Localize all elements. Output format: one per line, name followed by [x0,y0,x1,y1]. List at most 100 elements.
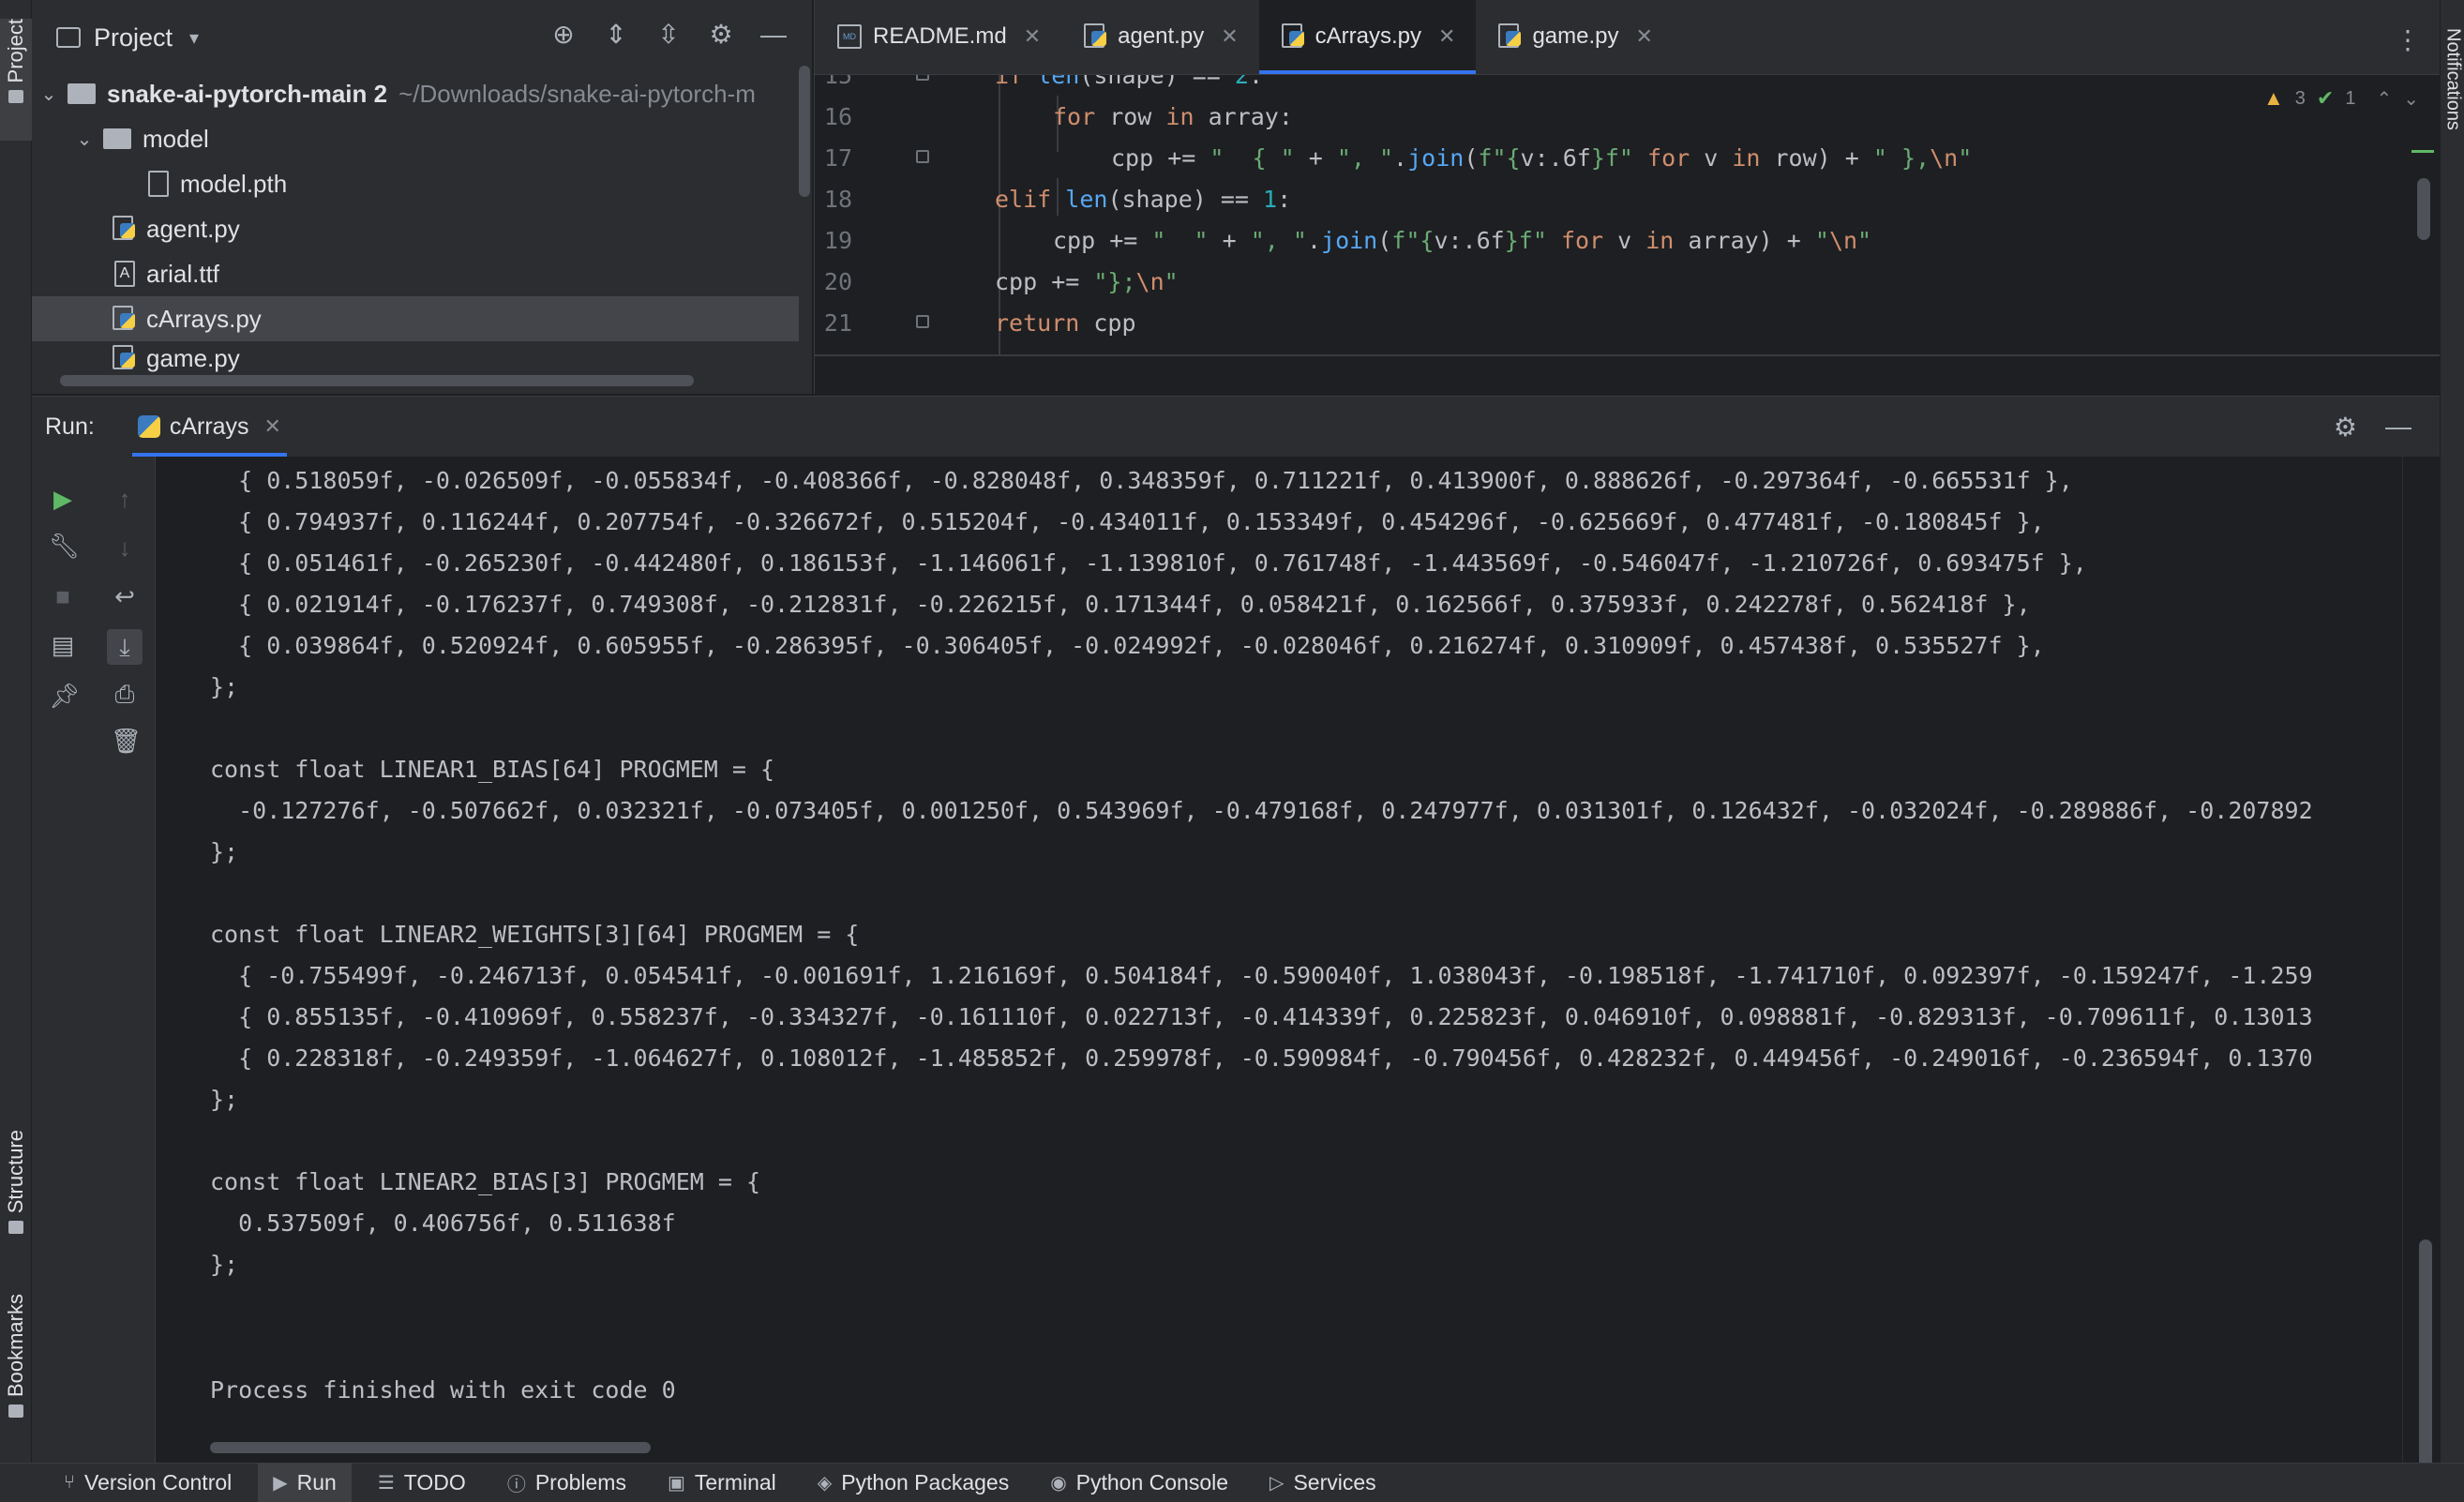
hide-panel-icon[interactable]: — [759,21,788,49]
services-icon: ▷ [1270,1473,1285,1494]
chevron-down-icon[interactable]: ⌄ [2403,87,2419,111]
tool-window-project-tab[interactable]: Project [0,19,32,141]
python-file-icon [113,216,137,242]
console-line: }; [210,673,239,700]
tree-item-root[interactable]: ⌄ snake-ai-pytorch-main 2 ~/Downloads/sn… [32,71,799,116]
tab-readme[interactable]: MD README.md ✕ [815,0,1061,74]
tool-version-control[interactable]: ⑂ Version Control [49,1464,247,1502]
code-view[interactable]: 15 if len(shape) == 2: 16 for row in arr… [815,75,2440,356]
pin-icon[interactable]: 📌︎ [49,682,80,710]
run-tab-carrays[interactable]: cArrays ✕ [131,397,288,457]
bookmarks-tab-label: Bookmarks [4,1294,27,1398]
stop-icon[interactable]: ■ [49,582,77,610]
tab-agent[interactable]: agent.py ✕ [1061,0,1259,74]
console-line: }; [210,838,239,865]
bookmark-icon [8,1404,23,1419]
rerun-icon[interactable]: ▶ [49,485,77,513]
tree-item-arial-ttf[interactable]: A arial.ttf [32,251,799,296]
inspection-widget[interactable]: ▲ 3 ✔ 1 ⌃ ⌄ [2263,86,2419,111]
console-vertical-scrollbar[interactable] [2419,1239,2432,1493]
tool-todo[interactable]: ☰ TODO [363,1464,481,1502]
tool-terminal[interactable]: ▣ Terminal [653,1464,791,1502]
code-text: elif len(shape) == 1: [995,185,1292,213]
code-text: for row in array: [1053,102,1293,130]
console-line: -0.127276f, -0.507662f, 0.032321f, -0.07… [210,797,2313,824]
line-number: 21 [823,308,852,337]
editor-vertical-scrollbar[interactable] [2417,178,2430,240]
arrow-up-icon[interactable]: ↑ [111,485,139,513]
editor-area: MD README.md ✕ agent.py ✕ cArrays.py ✕ g… [814,0,2440,394]
tab-game[interactable]: game.py ✕ [1476,0,1674,74]
project-panel-title[interactable]: Project [94,23,173,53]
tool-problems[interactable]: ⓘ Problems [492,1464,641,1502]
tree-item-game-py[interactable]: game.py [32,341,799,375]
gear-icon[interactable]: ⚙ [2334,412,2357,443]
close-icon[interactable]: ✕ [1024,24,1041,49]
code-line: 16 for row in array: [815,96,1293,137]
fold-marker-icon[interactable] [916,75,929,81]
line-number: 17 [823,143,852,172]
close-icon[interactable]: ✕ [1636,24,1653,49]
trash-icon[interactable]: 🗑︎ [111,727,142,755]
layers-icon: ◈ [817,1473,833,1494]
hide-panel-icon[interactable]: — [2385,412,2411,443]
list-icon: ☰ [377,1473,395,1494]
more-tabs-icon[interactable]: ⋮ [2395,24,2421,55]
tool-services[interactable]: ▷ Services [1255,1464,1391,1502]
process-exit-message: Process finished with exit code 0 [210,1376,676,1404]
print-icon[interactable]: ⎙ [111,680,139,708]
project-tab-label: Project [4,19,27,83]
expand-all-icon[interactable]: ⇕ [602,21,630,49]
console-line: { 0.021914f, -0.176237f, 0.749308f, -0.2… [210,591,2031,618]
tool-python-console[interactable]: ◉ Python Console [1035,1464,1243,1502]
tool-run[interactable]: ▶ Run [258,1463,352,1502]
tool-python-packages[interactable]: ◈ Python Packages [803,1464,1024,1502]
editor-tab-bar: MD README.md ✕ agent.py ✕ cArrays.py ✕ g… [815,0,2440,75]
layout-icon[interactable]: ▤ [49,631,77,659]
tab-label: game.py [1532,23,1619,49]
tab-carrays[interactable]: cArrays.py ✕ [1258,0,1477,74]
tab-label: cArrays.py [1315,23,1421,49]
scroll-to-end-icon[interactable]: ⤓ [107,629,143,665]
chevron-up-icon[interactable]: ⌃ [2376,87,2392,111]
collapse-all-icon[interactable]: ⇳ [654,21,683,49]
code-line: 18 elif len(shape) == 1: [815,178,1291,219]
console-line: 0.537509f, 0.406756f, 0.511638f [210,1209,676,1237]
project-vertical-scrollbar[interactable] [799,66,810,197]
tool-window-bookmarks-tab[interactable]: Bookmarks [0,1294,32,1449]
tool-window-structure-tab[interactable]: Structure [0,1130,32,1261]
soft-wrap-icon[interactable]: ↩ [111,582,139,610]
terminal-icon: ▣ [667,1473,685,1494]
tree-item-label: arial.ttf [146,259,220,288]
tree-item-carrays-py[interactable]: cArrays.py [32,296,799,341]
close-icon[interactable]: ✕ [264,414,281,439]
run-toolbar-primary: ▶ 🔧︎ ■ ▤ 📌︎ [32,457,94,1463]
close-icon[interactable]: ✕ [1438,24,1455,49]
tree-item-agent-py[interactable]: agent.py [32,206,799,251]
project-horizontal-scrollbar[interactable] [60,375,694,386]
tool-label: Run [296,1470,337,1494]
fold-marker-icon[interactable] [916,150,929,163]
chevron-down-icon[interactable]: ▾ [189,26,199,50]
close-icon[interactable]: ✕ [1221,24,1238,49]
python-file-icon [113,345,137,371]
code-text: if len(shape) == 2: [995,75,1264,89]
console-line: { 0.051461f, -0.265230f, -0.442480f, 0.1… [210,549,2087,577]
locate-icon[interactable]: ⊕ [549,21,578,49]
gear-icon[interactable]: ⚙ [707,21,735,49]
tab-label: agent.py [1118,23,1205,49]
console-line: { 0.518059f, -0.026509f, -0.055834f, -0.… [210,467,2073,494]
branch-icon: ⑂ [64,1472,75,1493]
fold-marker-icon[interactable] [916,315,929,328]
tree-item-model-pth[interactable]: model.pth [32,161,799,206]
tool-window-notifications-tab[interactable]: Notifications [2441,28,2464,130]
console-output[interactable]: { 0.518059f, -0.026509f, -0.055834f, -0.… [158,457,2402,1434]
arrow-down-icon[interactable]: ↓ [111,533,139,562]
chevron-down-icon[interactable]: ⌄ [73,128,96,151]
wrench-icon[interactable]: 🔧︎ [49,532,80,560]
tree-item-model-folder[interactable]: ⌄ model [32,116,799,161]
console-horizontal-scrollbar[interactable] [210,1442,651,1453]
tool-label: Services [1293,1470,1376,1494]
chevron-down-icon[interactable]: ⌄ [38,83,60,106]
folder-icon [103,128,131,149]
